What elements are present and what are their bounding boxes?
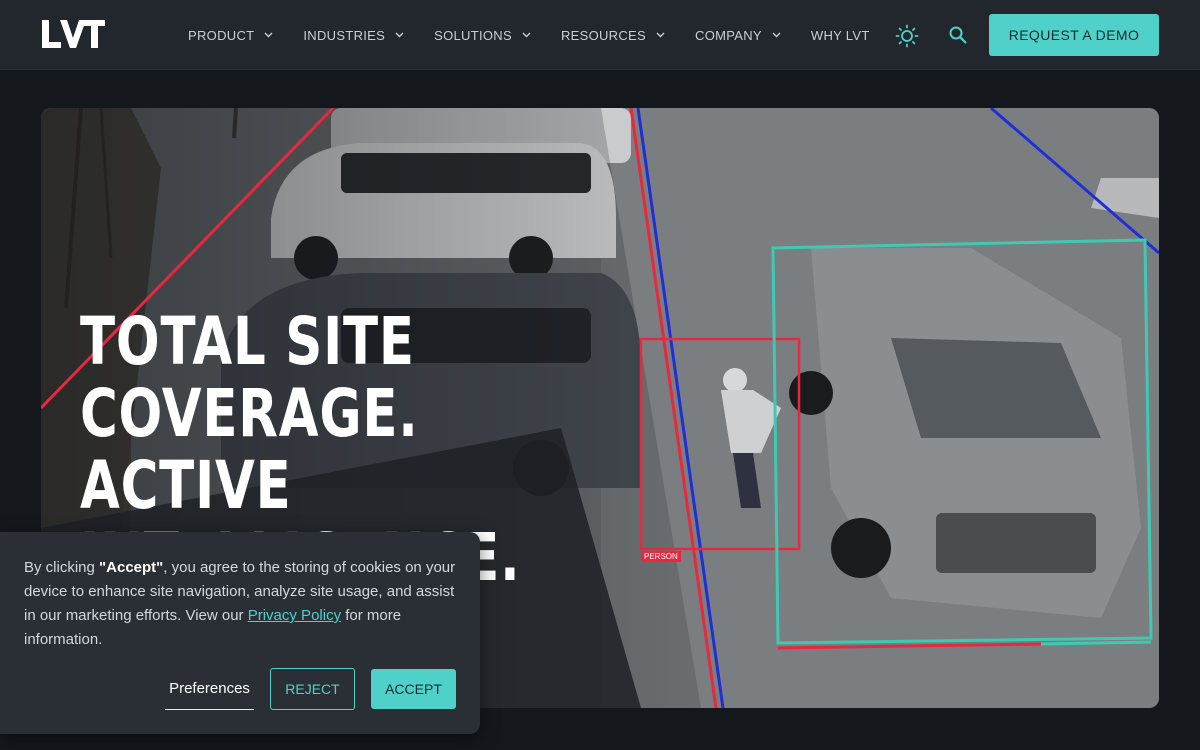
nav-item-solutions[interactable]: SOLUTIONS xyxy=(434,28,531,43)
preferences-button[interactable]: Preferences xyxy=(165,668,254,710)
accept-button[interactable]: ACCEPT xyxy=(371,669,456,709)
nav-item-resources[interactable]: RESOURCES xyxy=(561,28,665,43)
nav-item-why-lvt[interactable]: WHY LVT xyxy=(811,28,870,43)
cookie-message: By clicking "Accept", you agree to the s… xyxy=(24,556,464,652)
search-icon[interactable] xyxy=(948,25,968,45)
nav-item-label: COMPANY xyxy=(695,27,762,43)
nav-item-product[interactable]: PRODUCT xyxy=(188,28,273,43)
top-navbar: PRODUCT INDUSTRIES SOLUTIONS RESOURCES C… xyxy=(0,0,1200,70)
nav-item-company[interactable]: COMPANY xyxy=(695,28,781,43)
nav-item-label: RESOURCES xyxy=(560,27,647,43)
cookie-text-before: By clicking xyxy=(24,559,100,576)
main-nav: PRODUCT INDUSTRIES SOLUTIONS RESOURCES C… xyxy=(188,0,900,70)
request-demo-button[interactable]: REQUEST A DEMO xyxy=(989,14,1159,56)
nav-item-label: SOLUTIONS xyxy=(434,27,512,43)
chevron-down-icon xyxy=(264,32,273,38)
reject-button[interactable]: REJECT xyxy=(270,668,355,710)
chevron-down-icon xyxy=(772,32,781,38)
sun-icon[interactable] xyxy=(895,24,919,48)
privacy-policy-link[interactable]: Privacy Policy xyxy=(248,607,341,624)
cookie-accept-quote: "Accept" xyxy=(99,559,164,576)
nav-item-label: WHY LVT xyxy=(810,27,870,43)
chevron-down-icon xyxy=(522,32,531,38)
detection-label: PERSON xyxy=(641,551,681,562)
cookie-consent-banner: By clicking "Accept", you agree to the s… xyxy=(0,532,480,734)
lvt-logo[interactable] xyxy=(40,18,106,50)
chevron-down-icon xyxy=(656,32,665,38)
nav-item-industries[interactable]: INDUSTRIES xyxy=(303,28,404,43)
nav-item-label: PRODUCT xyxy=(188,27,255,43)
nav-item-label: INDUSTRIES xyxy=(303,27,386,43)
chevron-down-icon xyxy=(395,32,404,38)
